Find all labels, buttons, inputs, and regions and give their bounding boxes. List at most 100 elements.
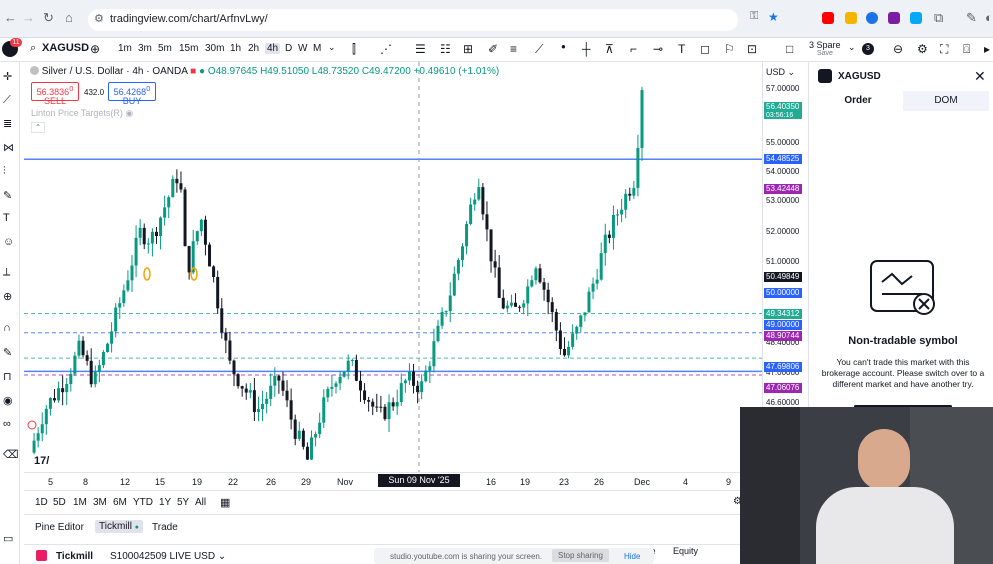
publish-icon[interactable]: ▸ (984, 42, 990, 56)
timeframe-d[interactable]: D (285, 43, 292, 54)
callout-icon[interactable]: ⌐ (630, 42, 637, 56)
pin-icon[interactable]: ⊼ (605, 42, 614, 56)
calendar-icon[interactable]: ▦ (220, 496, 230, 509)
tab-pine-editor[interactable]: Pine Editor (35, 522, 84, 533)
extensions-puzzle-icon[interactable]: ⧉ (934, 10, 943, 26)
symbol-search[interactable]: XAGUSD (42, 42, 89, 54)
collapse-legend-chevron-up-icon[interactable]: ⌃ (31, 122, 45, 133)
timeframe-5m[interactable]: 5m (158, 43, 172, 54)
comment-icon[interactable]: ◻ (700, 42, 710, 56)
layout-square-icon[interactable]: □ (786, 42, 793, 56)
indicators-icon[interactable]: ⋰ (380, 42, 392, 56)
zoom-icon[interactable]: ⊖ (893, 42, 903, 56)
fullscreen-icon[interactable]: ⛶ (940, 42, 948, 57)
timeframe-4h[interactable]: 4h (265, 43, 281, 54)
range-button[interactable]: YTD (133, 497, 153, 508)
indicator-legend[interactable]: Linton Price Targets(R) ◉ (31, 108, 133, 119)
zoom-in-icon[interactable]: ⊕ (3, 290, 12, 303)
magnet-icon[interactable]: ∩ (3, 322, 11, 334)
close-icon[interactable]: ✕ (974, 68, 986, 85)
range-button[interactable]: 3M (93, 497, 107, 508)
reload-icon[interactable]: ↻ (43, 10, 54, 26)
text-tool-icon[interactable]: T (678, 42, 685, 56)
range-button[interactable]: All (195, 497, 206, 508)
extension-icon[interactable] (888, 12, 900, 24)
crosshair-icon[interactable]: ┼ (582, 42, 591, 56)
password-key-icon[interactable]: ⚿ (750, 10, 758, 23)
text-tool-icon[interactable]: T (3, 212, 10, 224)
link-icon[interactable]: ∞ (3, 418, 11, 430)
bar-chart-icon[interactable]: ☰ (415, 42, 426, 56)
trash-icon[interactable]: ⌫ (3, 448, 19, 461)
timeframe-1h[interactable]: 1h (230, 43, 241, 54)
hide-button[interactable]: Hide (624, 552, 640, 561)
brush-tool-icon[interactable]: ✎ (3, 189, 12, 202)
range-button[interactable]: 6M (113, 497, 127, 508)
eraser-icon[interactable]: ✐ (488, 42, 498, 56)
measure-icon[interactable]: ⟂ (3, 266, 10, 279)
lines-icon[interactable]: ≡ (510, 42, 517, 56)
extension-icon[interactable] (866, 12, 878, 24)
fib-icon[interactable]: ≣ (3, 117, 12, 130)
lock-icon[interactable]: ⊓ (3, 370, 12, 383)
emoji-icon[interactable]: ☺ (3, 236, 14, 248)
back-icon[interactable]: ← (4, 10, 17, 25)
account-id[interactable]: S100042509 LIVE USD ⌄ (110, 551, 226, 562)
currency-selector[interactable]: USD ⌄ (766, 67, 795, 78)
sell-button[interactable]: 56.38360 SELL (31, 82, 79, 106)
chart-title[interactable]: Silver / U.S. Dollar · 4h · OANDA (42, 66, 188, 77)
extension-icon[interactable] (845, 12, 857, 24)
site-info-icon[interactable]: ⚙ (94, 12, 104, 25)
lock-drawing-icon[interactable]: ✎ (3, 346, 12, 359)
alerts-badge[interactable]: 3 (862, 43, 874, 55)
timeframe-30m[interactable]: 30m (205, 43, 224, 54)
brush-icon[interactable]: ⟋ (535, 42, 543, 57)
youtube-extension-icon[interactable] (822, 12, 834, 24)
buy-button[interactable]: 56.42680 BUY (108, 82, 156, 106)
edit-icon[interactable]: ✎ (966, 10, 977, 26)
layout-name[interactable]: 3 Spare (809, 40, 841, 50)
flag-icon[interactable]: ⚐ (724, 42, 735, 56)
timeframe-1m[interactable]: 1m (118, 43, 132, 54)
cursor-icon[interactable]: ✛ (3, 70, 12, 83)
pattern-icon[interactable]: ⋈ (3, 141, 14, 154)
range-button[interactable]: 1M (73, 497, 87, 508)
chevron-down-icon[interactable]: ⌄ (848, 42, 856, 53)
eye-icon[interactable]: ◉ (3, 394, 13, 407)
search-icon[interactable]: ⌕ (30, 42, 36, 55)
range-button[interactable]: 1D (35, 497, 48, 508)
ruler-icon[interactable]: ⊡ (747, 42, 757, 56)
candles-icon[interactable]: ⫿ (352, 42, 356, 57)
broker-name[interactable]: Tickmill (56, 551, 93, 562)
layout-save[interactable]: Save (817, 50, 833, 57)
timeframe-w[interactable]: W (298, 43, 307, 54)
bookmark-star-icon[interactable]: ★ (768, 10, 779, 24)
eye-icon[interactable]: ◉ (125, 108, 133, 118)
chevron-down-icon[interactable]: ⌄ (328, 42, 336, 53)
grid-icon[interactable]: ⊞ (463, 42, 473, 56)
stop-sharing-button[interactable]: Stop sharing (552, 549, 609, 562)
dot-icon[interactable]: ● (561, 42, 566, 51)
forecast-icon[interactable]: ⫶ (3, 165, 6, 178)
range-button[interactable]: 5D (53, 497, 66, 508)
range-button[interactable]: 1Y (159, 497, 171, 508)
tab-tickmill[interactable]: Tickmill ● (95, 520, 143, 533)
horizontal-line-icon[interactable]: ⊸ (653, 42, 663, 56)
forward-icon[interactable]: → (22, 10, 35, 25)
profile-icon[interactable]: ◐ (985, 10, 993, 25)
home-icon[interactable]: ⌂ (65, 10, 73, 25)
address-bar[interactable]: ⚙ tradingview.com/chart/ArfnvLwy/ (88, 9, 738, 31)
layout-icon[interactable]: ☷ (440, 42, 451, 56)
settings-gear-icon[interactable]: ⚙ (917, 42, 928, 56)
tab-order[interactable]: Order (815, 91, 901, 111)
timeframe-m[interactable]: M (313, 43, 321, 54)
chat-icon[interactable]: ▭ (3, 532, 13, 545)
tab-trade[interactable]: Trade (152, 522, 178, 533)
timeframe-2h[interactable]: 2h (248, 43, 259, 54)
tab-dom[interactable]: DOM (903, 91, 989, 111)
timeframe-3m[interactable]: 3m (138, 43, 152, 54)
compare-plus-icon[interactable]: ⊕ (90, 42, 100, 56)
camera-icon[interactable]: ⌼ (963, 42, 970, 57)
timeframe-15m[interactable]: 15m (179, 43, 198, 54)
trendline-icon[interactable]: ⟋ (3, 94, 11, 107)
